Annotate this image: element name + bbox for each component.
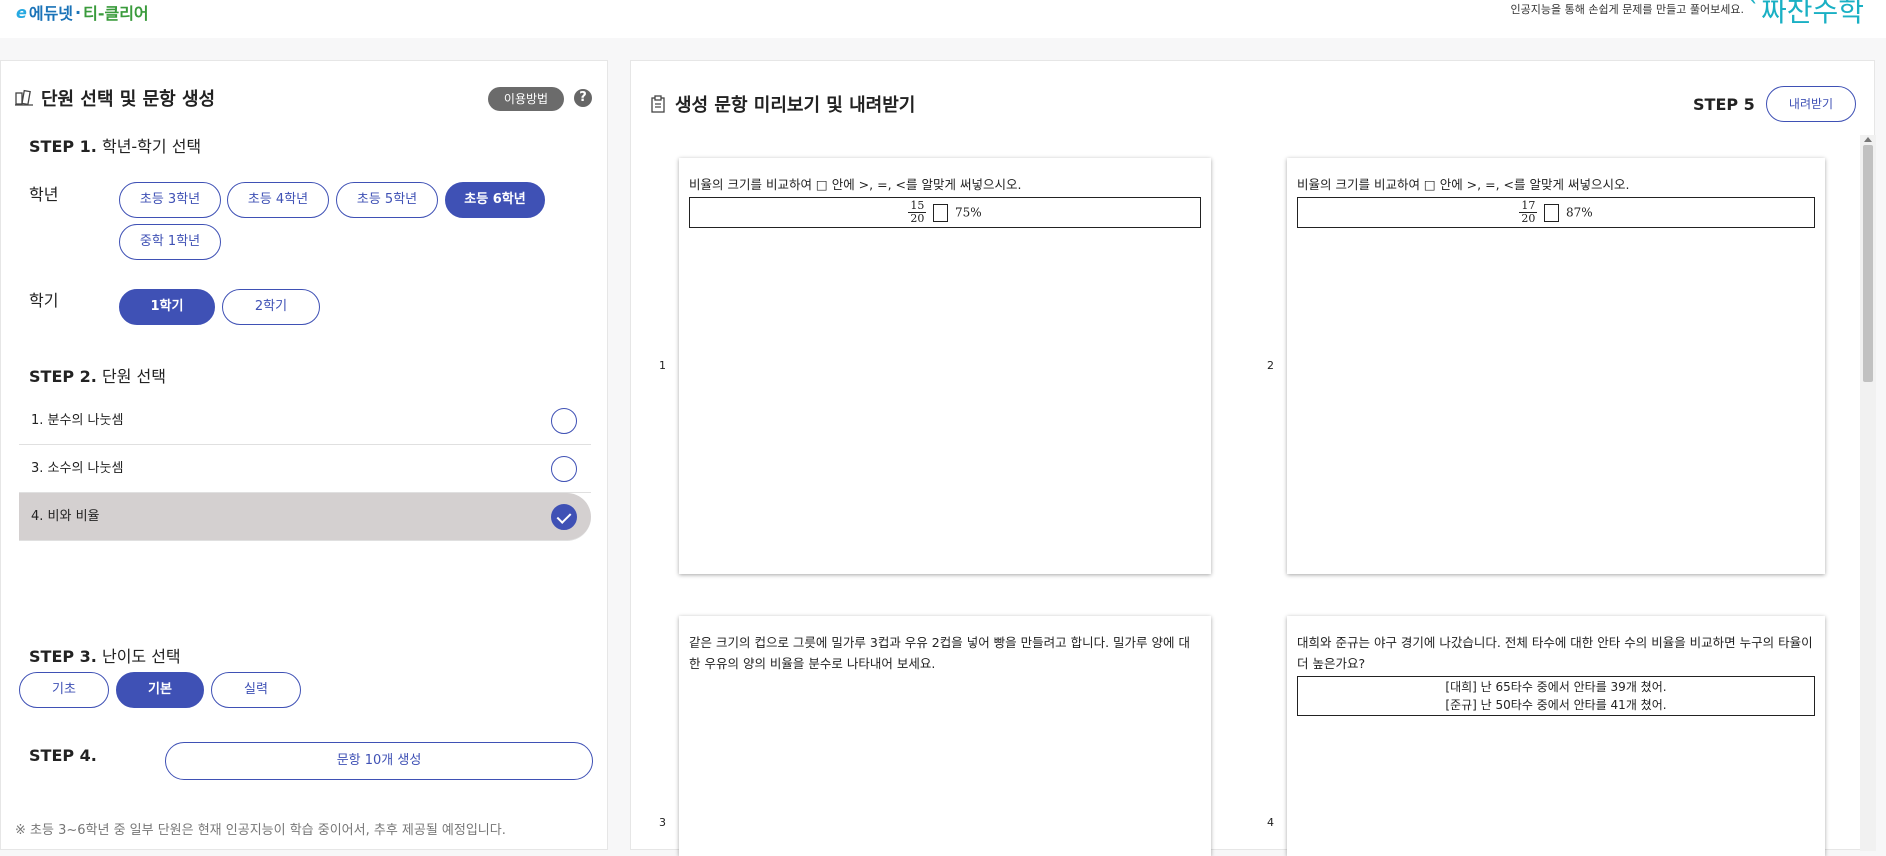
semester-option-selected[interactable]: 1학기 [119,289,215,325]
percent-value: 75% [954,205,982,220]
question-card[interactable]: 비율의 크기를 비교하여 □ 안에 >, =, <를 알맞게 써넣으시오. 15… [679,158,1211,574]
step3-text: 난이도 선택 [101,647,181,666]
unit-item[interactable]: 3. 소수의 나눗셈 [19,445,591,493]
logo-e: e [16,2,27,22]
step4-heading: STEP 4. [29,746,97,765]
level-option-selected[interactable]: 기본 [116,672,204,708]
step2-label: STEP 2. [29,367,97,386]
semester-label: 학기 [29,291,59,310]
box-line: [대희] 난 65타수 중에서 안타를 39개 쳤어. [1445,680,1667,694]
edunet-logo[interactable]: e 에듀넷 · 티-클리어 [16,0,149,24]
left-panel: 단원 선택 및 문항 생성 이용방법 ? STEP 1. 학년-학기 선택 학년… [0,60,608,850]
logo-edunet: 에듀넷 [28,4,74,23]
step1-text: 학년-학기 선택 [101,137,202,156]
logo-tclear: 티-클리어 [83,4,149,23]
question-box: [대희] 난 65타수 중에서 안타를 39개 쳤어. [준규] 난 50타수 … [1297,676,1815,716]
right-panel-title: 생성 문항 미리보기 및 내려받기 [675,95,916,116]
scrollbar[interactable] [1860,135,1876,851]
answer-box [933,203,949,222]
step5-label: STEP 5 [1693,95,1755,114]
generate-button[interactable]: 문항 10개 생성 [165,742,593,780]
header-description: 인공지능을 통해 손쉽게 문제를 만들고 풀어보세요. [1510,3,1745,16]
grade-label: 학년 [29,185,59,204]
step1-heading: STEP 1. 학년-학기 선택 [29,133,201,157]
unit-label: 4. 비와 비율 [31,509,100,524]
answer-box [1544,203,1560,222]
grade-option[interactable]: 초등 3학년 [119,182,221,218]
box-line: [준규] 난 50타수 중에서 안타를 41개 쳤어. [1445,698,1667,712]
help-button[interactable]: 이용방법 [488,87,564,111]
fraction-denominator: 20 [1521,212,1536,225]
question-number: 1 [659,359,666,372]
check-icon[interactable] [551,504,577,530]
brand-title[interactable]: `짜잔수학 [1747,0,1864,30]
book-icon [15,89,33,106]
fraction: 17 20 [1519,200,1538,225]
question-text: 같은 크기의 컵으로 그릇에 밀가루 3컵과 우유 2컵을 넣어 빵을 만들려고… [689,635,1191,671]
unit-radio[interactable] [551,456,577,482]
help-question-icon[interactable]: ? [574,89,592,107]
question-number: 3 [659,816,666,829]
question-card[interactable]: 대희와 준규는 야구 경기에 나갔습니다. 전체 타수에 대한 안타 수의 비율… [1287,616,1825,856]
step4-label: STEP 4. [29,746,97,765]
unit-label: 1. 분수의 나눗셈 [31,413,124,428]
scroll-up-arrow-icon[interactable] [1864,137,1872,142]
question-card[interactable]: 같은 크기의 컵으로 그릇에 밀가루 3컵과 우유 2컵을 넣어 빵을 만들려고… [679,616,1211,856]
scrollbar-thumb[interactable] [1863,145,1873,382]
semester-option[interactable]: 2학기 [222,289,320,325]
step3-label: STEP 3. [29,647,97,666]
grade-option[interactable]: 중학 1학년 [119,224,221,260]
question-number: 2 [1267,359,1274,372]
question-text: 비율의 크기를 비교하여 □ 안에 >, =, <를 알맞게 써넣으시오. [689,177,1022,192]
left-panel-title: 단원 선택 및 문항 생성 [41,89,216,110]
percent-value: 87% [1565,205,1593,220]
unit-label: 3. 소수의 나눗셈 [31,461,124,476]
question-box: 15 20 75% [689,197,1201,228]
unit-radio[interactable] [551,408,577,434]
top-bar: e 에듀넷 · 티-클리어 인공지능을 통해 손쉽게 문제를 만들고 풀어보세요… [0,0,1886,38]
question-number: 4 [1267,816,1274,829]
unit-item-selected[interactable]: 4. 비와 비율 [19,493,591,541]
download-button[interactable]: 내려받기 [1766,86,1856,122]
level-option[interactable]: 실력 [211,672,301,708]
step2-text: 단원 선택 [101,367,166,386]
grade-option-selected[interactable]: 초등 6학년 [445,182,545,218]
footnote: ※ 초등 3~6학년 중 일부 단원은 현재 인공지능이 학습 중이어서, 추후… [15,823,506,838]
fraction: 15 20 [908,200,927,225]
grade-option[interactable]: 초등 5학년 [336,182,438,218]
step2-heading: STEP 2. 단원 선택 [29,363,166,387]
unit-item[interactable]: 1. 분수의 나눗셈 [19,397,591,445]
right-panel-header: 생성 문항 미리보기 및 내려받기 [649,91,915,117]
grade-option[interactable]: 초등 4학년 [227,182,329,218]
step1-label: STEP 1. [29,137,97,156]
question-card[interactable]: 비율의 크기를 비교하여 □ 안에 >, =, <를 알맞게 써넣으시오. 17… [1287,158,1825,574]
clipboard-icon [651,95,665,113]
fraction-denominator: 20 [910,212,925,225]
left-panel-header: 단원 선택 및 문항 생성 [15,85,215,111]
level-option[interactable]: 기초 [19,672,109,708]
question-text: 대희와 준규는 야구 경기에 나갔습니다. 전체 타수에 대한 안타 수의 비율… [1297,635,1813,671]
logo-separator: · [75,2,82,22]
question-box: 17 20 87% [1297,197,1815,228]
question-text: 비율의 크기를 비교하여 □ 안에 >, =, <를 알맞게 써넣으시오. [1297,177,1630,192]
step3-heading: STEP 3. 난이도 선택 [29,643,181,667]
right-panel: 생성 문항 미리보기 및 내려받기 STEP 5 내려받기 1 비율의 크기를 … [630,60,1876,856]
